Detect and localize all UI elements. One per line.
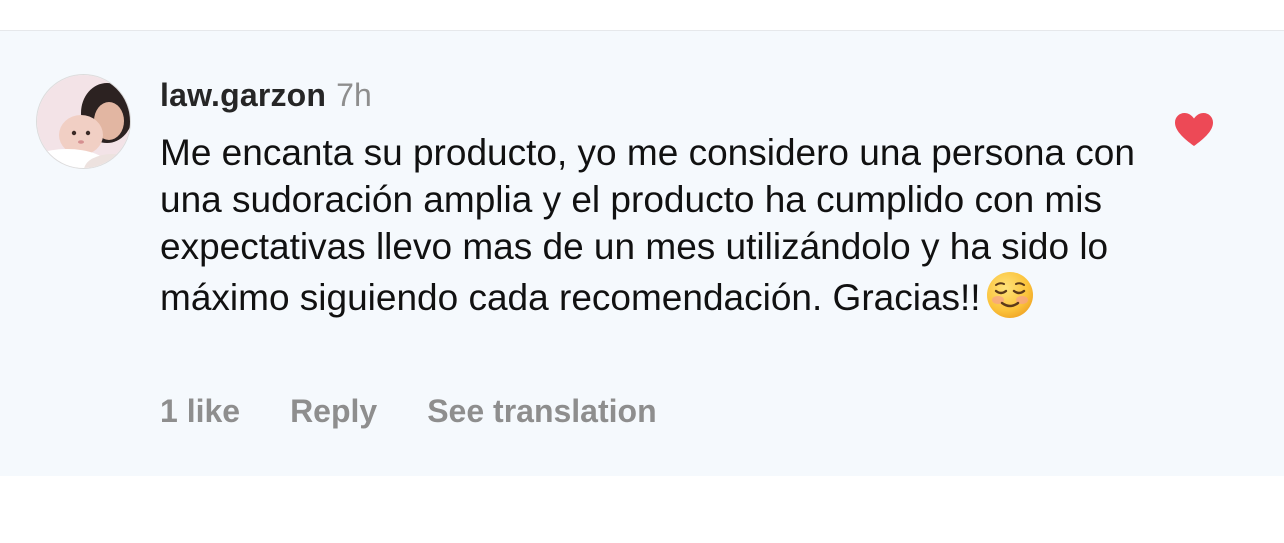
likes-count[interactable]: 1 like [160,391,240,431]
smiling-face-icon [986,272,1033,318]
comment-text: Me encanta su producto, yo me considero … [160,129,1140,321]
comment-header: law.garzon 7h [160,75,372,115]
comment-row: law.garzon 7h Me encanta su producto, yo … [0,31,1284,476]
timestamp: 7h [336,77,372,113]
comment-actions: 1 like Reply See translation [160,391,657,431]
see-translation-button[interactable]: See translation [427,391,656,431]
avatar[interactable] [36,74,131,169]
heart-icon[interactable] [1174,112,1214,148]
username-link[interactable]: law.garzon [160,77,326,113]
avatar-photo [37,75,130,168]
reply-button[interactable]: Reply [290,391,377,431]
